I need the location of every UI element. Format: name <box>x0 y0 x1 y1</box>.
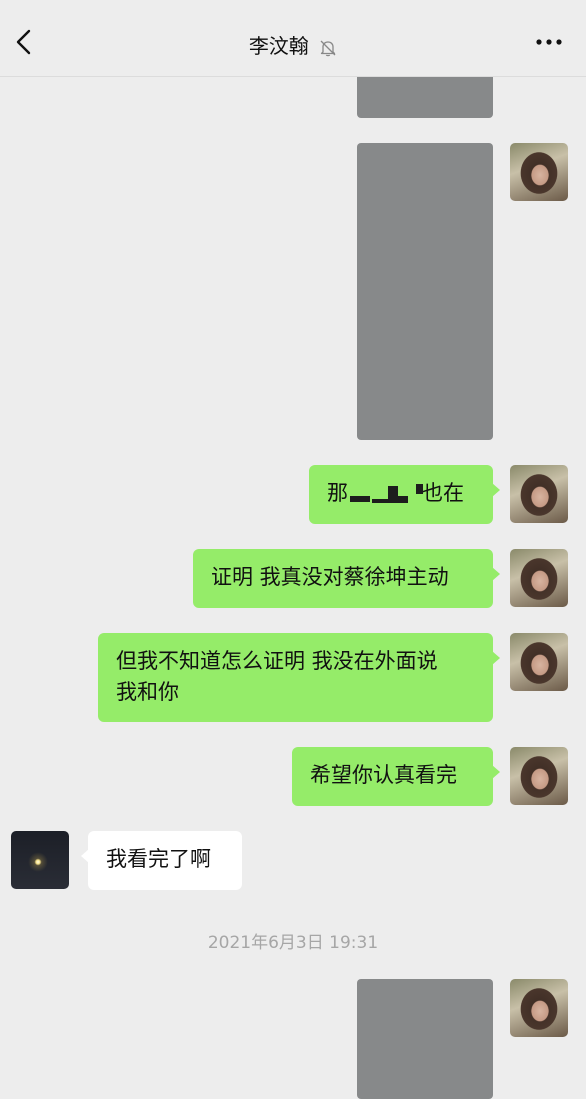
ellipsis-icon[interactable] <box>534 32 564 52</box>
message-bubble-self[interactable]: 希望你认真看完 <box>292 747 500 806</box>
redacted-image-message[interactable] <box>357 143 493 440</box>
message-bubble-self[interactable]: 但我不知道怎么证明 我没在外面说 我和你 <box>98 633 500 722</box>
message-bubble-self[interactable]: 证明 我真没对蔡徐坤主动 <box>193 549 500 608</box>
message-bubble-contact[interactable]: 我看完了啊 <box>81 831 242 890</box>
chat-title[interactable]: 李汶翰 <box>249 34 309 58</box>
self-avatar[interactable] <box>510 979 568 1037</box>
contact-avatar[interactable] <box>11 831 69 889</box>
message-line: 但我不知道怎么证明 我没在外面说 <box>116 649 438 673</box>
self-avatar[interactable] <box>510 747 568 805</box>
chat-timestamp: 2021年6月3日 19:31 <box>207 933 379 953</box>
self-avatar[interactable] <box>510 633 568 691</box>
chat-header: 李汶翰 <box>0 0 586 77</box>
redacted-image-message[interactable] <box>357 979 493 1099</box>
message-bubble-self[interactable]: 那 也在 <box>309 465 500 524</box>
redaction-mark <box>348 482 423 506</box>
self-avatar[interactable] <box>510 549 568 607</box>
message-line: 我和你 <box>116 680 179 704</box>
bell-off-icon <box>320 40 336 56</box>
self-avatar[interactable] <box>510 465 568 523</box>
self-avatar[interactable] <box>510 143 568 201</box>
chat-title-wrap: 李汶翰 <box>0 30 586 59</box>
